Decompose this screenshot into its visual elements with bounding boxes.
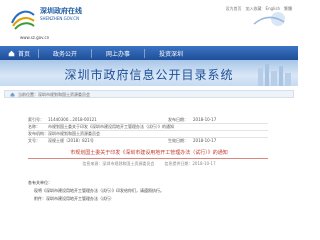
home-icon	[10, 92, 15, 96]
info-row: 发布机构： 深圳市规划和国土资源委员会	[28, 130, 268, 137]
document-title: 市规划国土委关于印发《深圳市建设用地开工管理办法（试行）》的通知	[70, 150, 228, 156]
document-body: 各有关单位： 现将《深圳市建设用地开工管理办法（试行）》印发给你们，请遵照执行。…	[28, 180, 268, 204]
info-label: 发布日期：	[168, 117, 188, 122]
info-row: 名称： 市规划国土委关于印发《深圳市建设用地开工管理办法（试行）》的通知	[28, 123, 268, 130]
main-nav: 首页 政务公开 网上办事 投资深圳	[0, 46, 298, 60]
body-paragraph: 现将《深圳市建设用地开工管理办法（试行）》印发给你们，请遵照执行。	[34, 188, 164, 193]
info-label: 文号：	[28, 138, 40, 143]
info-label: 发布机构：	[28, 131, 48, 136]
info-row: 文号： 深规土规〔2018〕821号 生效日期： 2018-10-17	[28, 137, 268, 144]
emblem-graphic-icon	[253, 12, 285, 26]
body-paragraph: 各有关单位：	[28, 180, 52, 185]
info-label: 生效日期：	[168, 138, 188, 143]
nav-home-label: 首页	[18, 50, 31, 58]
top-link[interactable]: 设为首页	[226, 6, 242, 12]
site-header: 深圳政府在线 SHENZHEN.GOV.CN www.sz.gov.cn 设为首…	[0, 0, 298, 46]
info-label: 索引号：	[28, 117, 44, 122]
info-value: 深圳市规划和国土资源委员会	[48, 131, 100, 136]
document-meta: 信息来源：深圳市规划和国土资源委员会 信息提供日期：2018-10-17	[0, 161, 298, 166]
banner: 深圳市政府信息公开目录系统	[0, 60, 298, 86]
info-label: 名称：	[28, 124, 40, 129]
site-name: 深圳政府在线	[40, 6, 82, 15]
document-date: 信息提供日期：2018-10-17	[164, 161, 216, 166]
breadcrumb-text[interactable]: 当前位置：深圳市规划和国土资源委员会	[18, 92, 90, 97]
info-value: 11440300…2018-00121	[48, 117, 97, 122]
info-row: 索引号： 11440300…2018-00121 发布日期： 2018-10-1…	[28, 116, 268, 123]
site-name-en: SHENZHEN.GOV.CN	[40, 16, 80, 21]
attachment-link[interactable]: 附件：深圳市建设用地开工管理办法（试行）	[28, 196, 268, 201]
nav-item-open-gov[interactable]: 政务公开	[39, 49, 91, 58]
divider	[28, 158, 268, 159]
document-source: 信息来源：深圳市规划和国土资源委员会	[82, 161, 155, 166]
nav-item-online-service[interactable]: 网上办事	[92, 49, 144, 58]
logo-icon[interactable]	[9, 5, 37, 31]
home-icon	[8, 50, 15, 56]
info-value: 市规划国土委关于印发《深圳市建设用地开工管理办法（试行）》的通知	[48, 124, 174, 129]
nav-home[interactable]: 首页	[0, 46, 38, 60]
info-table: 索引号： 11440300…2018-00121 发布日期： 2018-10-1…	[28, 116, 268, 144]
breadcrumb: 当前位置：深圳市规划和国土资源委员会	[4, 90, 294, 98]
nav-item-invest[interactable]: 投资深圳	[145, 49, 197, 58]
site-url: www.sz.gov.cn	[20, 35, 50, 40]
info-value: 深规土规〔2018〕821号	[48, 138, 94, 143]
banner-title: 深圳市政府信息公开目录系统	[64, 68, 234, 82]
info-value: 2018-10-17	[193, 138, 217, 143]
info-value: 2018-10-17	[193, 117, 217, 122]
